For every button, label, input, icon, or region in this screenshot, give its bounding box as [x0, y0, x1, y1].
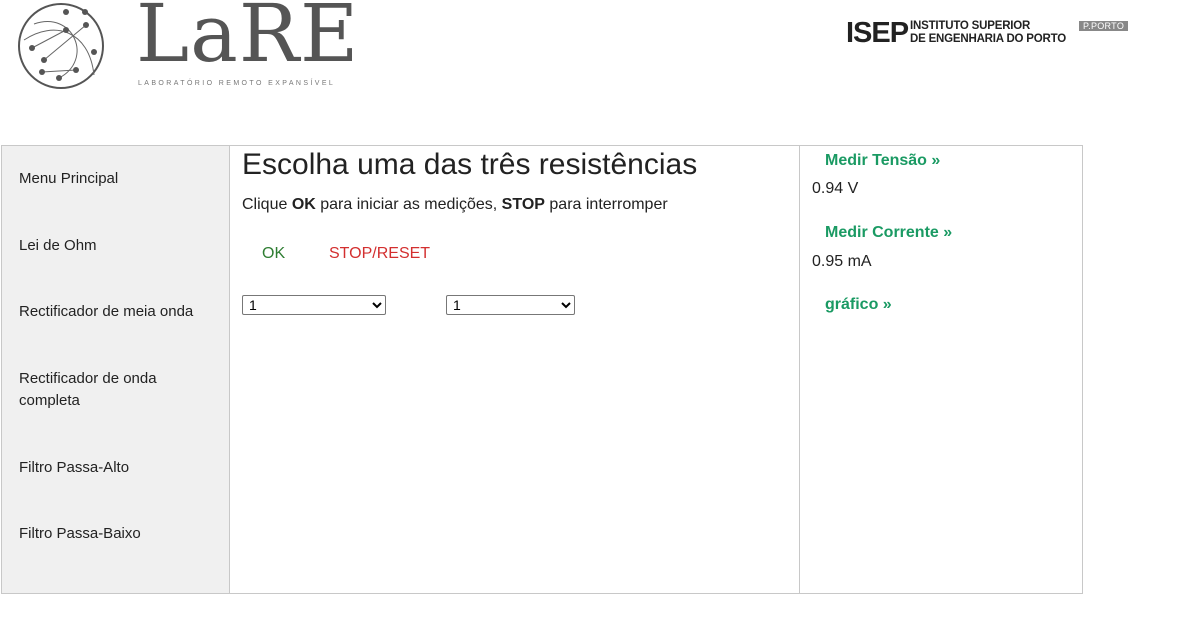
sidebar-nav: Menu Principal Lei de Ohm Rectificador d… — [2, 146, 230, 593]
institution-name: INSTITUTO SUPERIOR DE ENGENHARIA DO PORT… — [910, 20, 1066, 46]
voltage-value: 0.94 V — [812, 180, 859, 197]
brand-name: LaRE — [136, 0, 360, 80]
sidebar-item-lei-de-ohm[interactable]: Lei de Ohm — [19, 235, 209, 257]
measurements-panel: Medir Tensão » 0.94 V Medir Corrente » 0… — [799, 146, 1083, 593]
brand-subtitle: LABORATÓRIO REMOTO EXPANSÍVEL — [138, 80, 336, 87]
graph-link[interactable]: gráfico » — [825, 296, 892, 314]
sidebar-item-filtro-passa-baixo[interactable]: Filtro Passa-Baixo — [19, 523, 209, 545]
instruction-prefix: Clique — [242, 196, 292, 213]
instruction-stop-keyword: STOP — [501, 196, 545, 213]
sidebar-item-rectificador-meia-onda[interactable]: Rectificador de meia onda — [19, 301, 209, 323]
measure-current-link[interactable]: Medir Corrente » — [825, 224, 952, 242]
instruction-middle: para iniciar as medições, — [315, 196, 502, 213]
page-title: Escolha uma das três resistências — [242, 148, 698, 181]
institution-code: ISEP — [846, 17, 909, 49]
resistance-select-2[interactable]: 1 — [446, 295, 575, 315]
institution-name-line1: INSTITUTO SUPERIOR — [910, 20, 1031, 32]
ok-button[interactable]: OK — [262, 245, 285, 263]
pporto-badge[interactable]: P.PORTO — [1079, 21, 1129, 31]
resistance-select-1[interactable]: 1 — [242, 295, 386, 315]
network-nodes-icon — [18, 3, 104, 89]
lare-logo[interactable]: LaRE LABORATÓRIO REMOTO EXPANSÍVEL — [14, 0, 358, 95]
instructions-text: Clique OK para iniciar as medições, STOP… — [242, 196, 668, 214]
stop-reset-button[interactable]: STOP/RESET — [329, 245, 430, 263]
institution-name-line2: DE ENGENHARIA DO PORTO — [910, 33, 1066, 45]
measure-voltage-link[interactable]: Medir Tensão » — [825, 152, 940, 170]
sidebar-item-menu-principal[interactable]: Menu Principal — [19, 168, 209, 190]
site-header: LaRE LABORATÓRIO REMOTO EXPANSÍVEL ISEP … — [0, 0, 1189, 110]
sidebar-item-rectificador-onda-completa[interactable]: Rectificador de onda completa — [19, 368, 209, 412]
lab-frame: Menu Principal Lei de Ohm Rectificador d… — [1, 145, 1083, 594]
sidebar-item-filtro-passa-alto[interactable]: Filtro Passa-Alto — [19, 457, 209, 479]
main-content: Escolha uma das três resistências Clique… — [230, 146, 799, 593]
instruction-suffix: para interromper — [544, 196, 668, 213]
instruction-ok-keyword: OK — [291, 196, 316, 213]
current-value: 0.95 mA — [812, 253, 872, 270]
